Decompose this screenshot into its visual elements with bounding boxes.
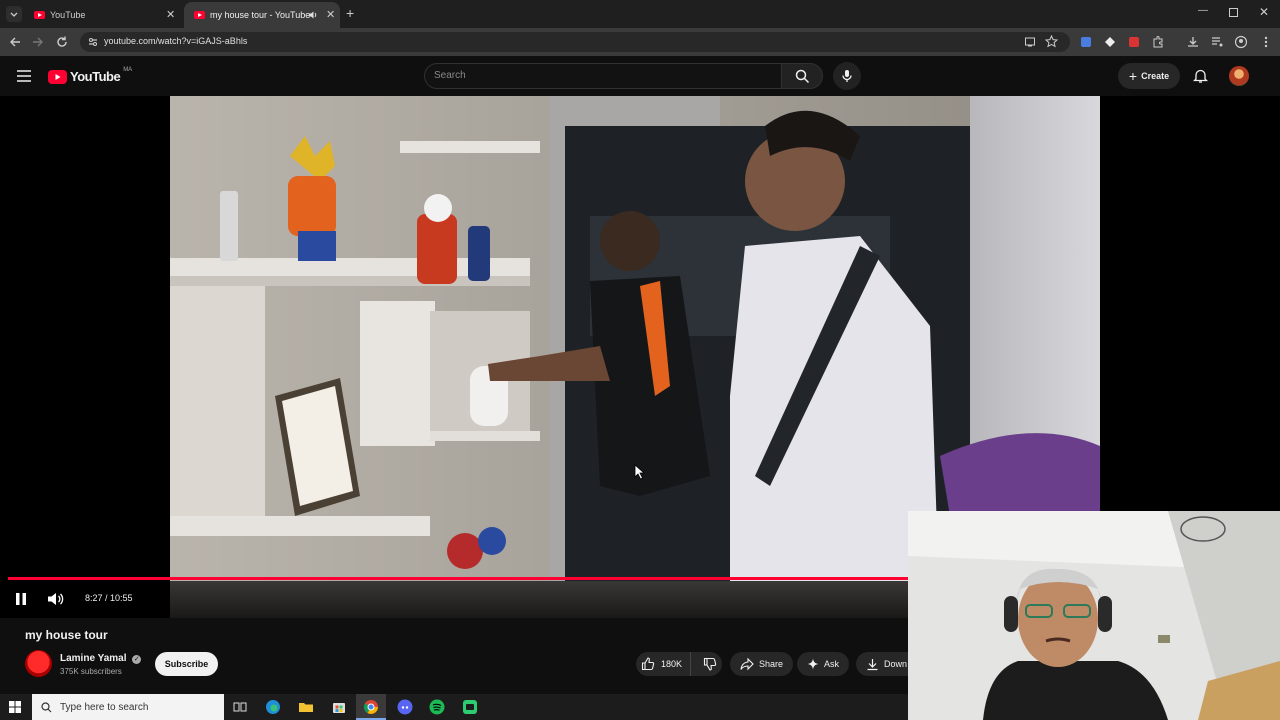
subscribe-button[interactable]: Subscribe xyxy=(155,652,218,676)
task-view-icon[interactable] xyxy=(232,699,248,715)
volume-icon[interactable] xyxy=(47,591,64,607)
bell-icon[interactable] xyxy=(1193,68,1208,84)
youtube-play-logo-icon xyxy=(48,69,67,84)
voice-search-button[interactable] xyxy=(833,62,861,90)
create-button[interactable]: + Create xyxy=(1118,63,1180,89)
browser-tab-strip: YouTube ✕ my house tour - YouTube ✕ + — … xyxy=(0,0,1280,28)
chrome-icon xyxy=(363,700,378,714)
youtube-header: YouTube MA Search + Create xyxy=(0,56,1280,96)
create-label: Create xyxy=(1141,71,1170,81)
like-icon xyxy=(641,657,655,671)
download-label: Down xyxy=(884,659,908,669)
app-green-icon[interactable] xyxy=(462,699,478,715)
search-icon xyxy=(41,701,52,712)
progress-bar-played xyxy=(8,577,985,580)
share-button[interactable]: Share xyxy=(730,652,794,676)
browser-menu-icon[interactable] xyxy=(1258,34,1274,50)
new-tab-button[interactable]: + xyxy=(346,6,354,20)
ask-label: Ask xyxy=(824,659,840,669)
youtube-logo[interactable]: YouTube MA xyxy=(48,66,133,84)
like-count: 180K xyxy=(661,659,683,669)
tab-youtube-home[interactable]: YouTube ✕ xyxy=(24,2,180,28)
logo-text: YouTube xyxy=(70,69,121,84)
extensions-puzzle-icon[interactable] xyxy=(1150,34,1166,50)
browser-toolbar: youtube.com/watch?v=iGAJS-aBhls xyxy=(0,28,1280,56)
like-button[interactable]: 180K xyxy=(636,652,692,676)
search-placeholder: Search xyxy=(434,70,466,81)
tab-title: my house tour - YouTube xyxy=(210,10,311,20)
mic-icon xyxy=(842,70,852,82)
channel-name[interactable]: Lamine Yamal ✓ xyxy=(60,653,142,664)
dislike-icon xyxy=(703,657,717,671)
restore-window-button[interactable] xyxy=(1229,8,1238,17)
downloads-icon[interactable] xyxy=(1185,34,1201,50)
translate-extension-icon[interactable] xyxy=(1078,34,1094,50)
extension-red-icon[interactable] xyxy=(1126,34,1142,50)
windows-taskbar: Type here to search xyxy=(0,694,908,720)
menu-icon[interactable] xyxy=(16,69,32,83)
cast-icon[interactable] xyxy=(1024,36,1036,48)
time-display: 8:27 / 10:55 xyxy=(85,593,133,603)
profile-icon[interactable] xyxy=(1233,34,1249,50)
reload-icon[interactable] xyxy=(54,34,70,50)
microsoft-store-icon[interactable] xyxy=(331,699,347,715)
forward-arrow-icon[interactable] xyxy=(30,34,46,50)
close-window-button[interactable]: ✕ xyxy=(1259,5,1269,19)
taskbar-active-chrome[interactable] xyxy=(356,694,386,720)
speaker-icon[interactable] xyxy=(308,10,318,20)
channel-avatar[interactable] xyxy=(25,650,52,677)
webcam-image xyxy=(908,511,1280,720)
taskbar-search-placeholder: Type here to search xyxy=(60,701,149,713)
file-explorer-icon[interactable] xyxy=(298,699,314,715)
bookmark-star-icon[interactable] xyxy=(1045,35,1058,48)
verified-check-icon: ✓ xyxy=(132,655,142,664)
youtube-favicon-icon xyxy=(194,11,205,19)
taskbar-search-input[interactable]: Type here to search xyxy=(32,694,224,720)
search-icon xyxy=(795,69,810,84)
edge-browser-icon[interactable] xyxy=(265,699,281,715)
spotify-icon[interactable] xyxy=(429,699,445,715)
site-settings-icon[interactable] xyxy=(87,36,99,48)
download-icon xyxy=(867,658,878,670)
search-input[interactable]: Search xyxy=(424,63,782,89)
region-code: MA xyxy=(123,66,133,73)
tab-title: YouTube xyxy=(50,10,86,20)
windows-start-icon[interactable] xyxy=(9,701,21,713)
video-title: my house tour xyxy=(25,628,108,642)
discord-icon[interactable] xyxy=(397,699,413,715)
channel-name-text: Lamine Yamal xyxy=(60,653,127,664)
extension-diamond-icon[interactable] xyxy=(1102,34,1118,50)
plus-icon: + xyxy=(1128,68,1138,84)
close-tab-icon[interactable]: ✕ xyxy=(326,8,335,21)
share-label: Share xyxy=(759,659,784,669)
minimize-window-button[interactable]: — xyxy=(1198,5,1208,16)
dislike-button[interactable] xyxy=(696,652,717,676)
pause-icon[interactable] xyxy=(14,592,28,606)
url-text: youtube.com/watch?v=iGAJS-aBhls xyxy=(104,36,248,46)
address-bar[interactable]: youtube.com/watch?v=iGAJS-aBhls xyxy=(80,32,1070,52)
chevron-down-icon xyxy=(10,12,18,17)
share-icon xyxy=(740,657,754,671)
ask-button[interactable]: Ask xyxy=(797,652,850,676)
ask-sparkle-icon xyxy=(807,658,819,670)
tab-my-house-tour[interactable]: my house tour - YouTube ✕ xyxy=(184,2,340,28)
tab-search-dropdown-button[interactable] xyxy=(6,6,22,22)
back-arrow-icon[interactable] xyxy=(7,34,23,50)
subscriber-count: 375K subscribers xyxy=(60,667,122,676)
webcam-overlay xyxy=(908,511,1280,720)
youtube-favicon-icon xyxy=(34,11,45,19)
close-tab-icon[interactable]: ✕ xyxy=(166,8,175,21)
like-dislike-group: 180K xyxy=(636,652,722,676)
mouse-cursor-icon xyxy=(634,464,646,480)
media-controls-icon[interactable] xyxy=(1209,34,1225,50)
search-button[interactable] xyxy=(781,63,823,89)
account-avatar[interactable] xyxy=(1229,66,1249,86)
